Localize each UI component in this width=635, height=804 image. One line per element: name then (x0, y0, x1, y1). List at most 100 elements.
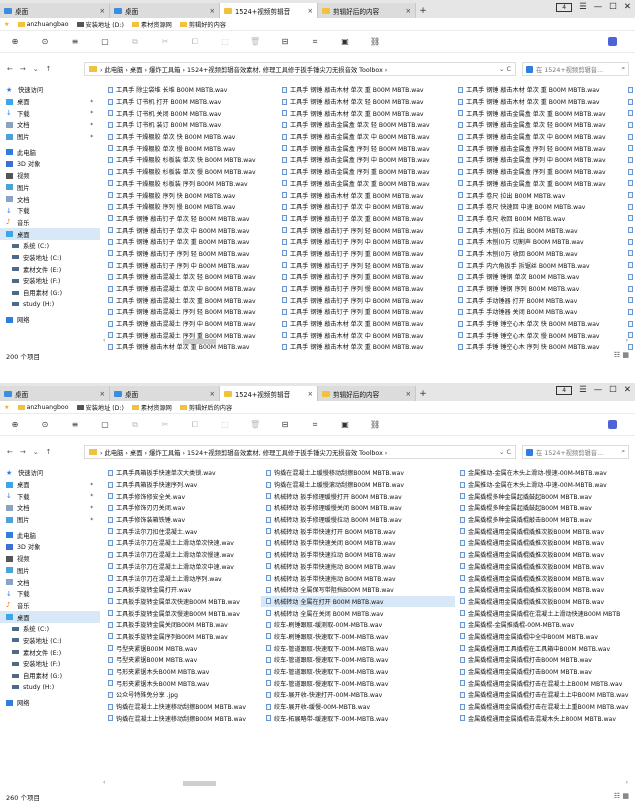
file-item[interactable]: 金属撬棍通用金属撬棍打击在混凝土上中B00M MBTB.wav (455, 689, 635, 701)
sidebar-item[interactable]: ↓ 下载 (0, 588, 100, 600)
file-item[interactable]: 机械转动 扳手带快速打开 B00M MBTB.wav (261, 525, 455, 537)
file-item[interactable]: 工具手 木刨(0万 收回 B00M MBTB.wav (453, 248, 623, 260)
file-item[interactable]: 工具手修饰刃刃关闭.wav (103, 502, 261, 514)
file-item[interactable]: 金属推动-金属在木头上滑动-慢速-00M-MBTB.wav (455, 467, 635, 479)
sidebar-item[interactable]: study (H:) (0, 681, 100, 693)
sidebar-item[interactable]: 文档 (0, 193, 100, 205)
refresh-icon[interactable]: ⌄ C (499, 448, 511, 456)
file-item[interactable]: 工具手法尔刀在混凝土上滑动单次中速.wav (103, 561, 261, 573)
horizontal-scrollbar[interactable]: ‹ › (103, 779, 628, 787)
file-item[interactable]: 工具手 钢锤 敲击木材 单次 重 B00M MBTB.wav (277, 318, 453, 330)
file-item[interactable]: 工具手 干燥棚胶 杉板装 序列 B00M MBTB.wav (103, 178, 277, 190)
sidebar-item[interactable]: 安装地址 (F:) (0, 275, 100, 287)
file-item[interactable]: 金属撬棍通用金属撬棍在混凝土上滑动快速B00M MBTB (455, 607, 635, 619)
file-item[interactable]: 弓型夹紧锯B00M MBTB.wav (103, 654, 261, 666)
sidebar-item[interactable]: ♪ 音乐 (0, 217, 100, 229)
file-item[interactable]: 工具手 钢锤 敲击金属盒 序列 中 B00M MBTB.wav (277, 154, 453, 166)
tab-count-badge[interactable]: 4 (556, 2, 573, 12)
tab-2[interactable]: 1524+视频剪辑音 × (220, 3, 318, 18)
scroll-thumb[interactable] (183, 339, 216, 344)
close-window-icon[interactable]: ✕ (624, 2, 631, 12)
file-item[interactable]: 工具手 钢锤 敲击木材 单次 重 B00M MBTB.wav (453, 84, 623, 96)
file-item[interactable]: 工具手 修饰用 打开 B00M MBTB.wav (623, 306, 635, 318)
file-item[interactable]: 工具手 修饰用 关闭 B00M MBTB.wav (623, 318, 635, 330)
breadcrumb[interactable]: › 此电脑 › 桌面 › 爆炸工具箱 › 1524+视频剪辑音效素材, 修理工具… (84, 445, 516, 459)
file-item[interactable]: 绞车-刷锤跟取-快速取下-00M-MBTB.wav (261, 631, 455, 643)
file-item[interactable]: 工具手 钢锤 敲击混凝土 序列 中 B00M MBTB.wav (103, 318, 277, 330)
close-icon[interactable]: × (206, 390, 215, 398)
file-item[interactable]: 工具手 钢锤 敲击金属盒 单次 轻 B00M MBTB.wav (277, 119, 453, 131)
sidebar-item[interactable]: 此电脑 (0, 146, 100, 158)
file-item[interactable]: 金属撬棍通用金属撬棍撬推次扳B00M MBTB.wav (455, 561, 635, 573)
file-item[interactable]: 绞车-展开收-快速打开-00M-MBTB.wav (261, 689, 455, 701)
file-item[interactable]: 工具手 钢锤 敲击钉子 序列 慢 B00M MBTB.wav (277, 283, 453, 295)
sidebar-item[interactable]: 素材文件 (E:) (0, 263, 100, 275)
sidebar-item[interactable]: ↓ 下载 ✦ (0, 107, 100, 119)
tab-0[interactable]: 桌面 × (0, 3, 110, 18)
link-icon[interactable]: ⛓ (370, 420, 380, 429)
file-item[interactable]: 工具手 钢锤 敲击金属盒 单次 重 B00M MBTB.wav (453, 178, 623, 190)
sidebar-item[interactable]: 桌面 ✦ (0, 479, 100, 491)
sidebar-item[interactable]: 网络 (0, 697, 100, 709)
file-item[interactable]: 工具手 钢锤 敲击钉子 序列 重 B00M MBTB.wav (277, 271, 453, 283)
file-item[interactable]: 工具手 钢锤 敲击金属盒 序列 轻 B00M MBTB.wav (453, 142, 623, 154)
sidebar-item[interactable]: 系统 (C:) (0, 623, 100, 635)
file-item[interactable]: 工具手 套筒扳手 拆进 单次 快 B00M MBTB.wav (623, 213, 635, 225)
scroll-thumb[interactable] (183, 781, 216, 786)
new-tab-button[interactable]: + (416, 386, 430, 401)
file-item[interactable]: 工具手 钢锤 敲击钉子 序列 轻 B00M MBTB.wav (277, 259, 453, 271)
file-item[interactable]: 金属撬棍通用金属撬棍打击B00M MBTB.wav (455, 654, 635, 666)
file-item[interactable]: 工具手 钢锤 敲击金属盒 序列 重 B00M MBTB.wav (453, 166, 623, 178)
file-item[interactable]: 工具手法尔刀在混凝土上滑动单次快速.wav (103, 537, 261, 549)
file-item[interactable]: 工具手 钢锤 敲击金属盒 序列 中 B00M MBTB.wav (453, 154, 623, 166)
file-item[interactable]: 工具手 套筒扳手 拆钉转动 B00M MBTB.wav (623, 248, 635, 260)
file-item[interactable]: 工具手 订书机 打开 B00M MBTB.wav (103, 96, 277, 108)
close-icon[interactable]: × (304, 7, 313, 15)
back-icon[interactable]: ← (7, 65, 13, 73)
file-item[interactable]: 绞车-管道跟取-慢速取下-00M-MBTB.wav (261, 654, 455, 666)
sidebar-item[interactable]: 文档 ✦ (0, 502, 100, 514)
file-item[interactable]: 金属撬棍通用金属撬棍打击B00M MBTB.wav (455, 666, 635, 678)
sidebar-item[interactable]: ★ 快速访问 (0, 84, 100, 96)
scroll-right-icon[interactable]: › (626, 337, 628, 344)
file-item[interactable]: 机械转动 全属在打开 B00M MBTB.wav (261, 595, 455, 608)
crop-icon[interactable]: ⌗ (310, 37, 320, 47)
crop-icon[interactable]: ⌗ (310, 420, 320, 430)
file-item[interactable]: 工具手法尔刀在混凝土上滑动单次慢速.wav (103, 549, 261, 561)
file-item[interactable]: 工具手 手锤 锯锯条 砸大切铁 序列 慢 B00M M (623, 142, 635, 154)
file-item[interactable]: 工具手 钢锤 敲击钉子 单次 中 B00M MBTB.wav (277, 201, 453, 213)
maximize-icon[interactable]: ☐ (609, 385, 617, 395)
cut-icon[interactable]: ✂ (160, 37, 170, 46)
sidebar-item[interactable]: study (H:) (0, 298, 100, 310)
paste-icon[interactable]: ⧉ (130, 37, 140, 47)
file-item[interactable]: 工具手法尔刀扣住混凝土.wav (103, 525, 261, 537)
copy-icon[interactable]: ▢ (100, 420, 110, 429)
file-item[interactable]: 机械转动 扳手带快速拖动 B00M MBTB.wav (261, 572, 455, 584)
view-toggle-icons[interactable]: ☷ ▦ (614, 351, 629, 359)
file-item[interactable]: 工具手 钢锤 敲击混凝土 单次 重 B00M MBTB.wav (103, 294, 277, 306)
file-item[interactable]: 工具手 双动扳 钳木 序列 快 B00M MBTB.wav (623, 166, 635, 178)
file-item[interactable]: 工具手 手锤 锤空心木 单次 快 B00M MBTB.wav (453, 318, 623, 330)
file-item[interactable]: 工具手 钢锤 敲击钉子 序列 中 B00M MBTB.wav (277, 236, 453, 248)
sidebar-item[interactable]: 图片 (0, 565, 100, 577)
file-item[interactable]: 工具手 手动锤器 打开 B00M MBTB.wav (453, 294, 623, 306)
chevron-icon[interactable]: ⊙ (40, 37, 50, 46)
view-toggle-icons[interactable]: ☷ ▦ (614, 792, 629, 800)
menu-icon[interactable]: ☰ (579, 2, 587, 12)
search-box[interactable]: 在 1524+视频剪辑音... ⌕ (522, 62, 629, 76)
favorite-item[interactable]: 安装地址 (D:) (76, 403, 124, 412)
file-item[interactable]: 工具手 钢锤 敲击金属盒 单次 中 B00M MBTB.wav (453, 131, 623, 143)
app-icon[interactable] (608, 37, 617, 46)
file-item[interactable]: 工具手 钢锤 敲击钉子 单次 重 B00M MBTB.wav (103, 236, 277, 248)
file-item[interactable]: 工具手 钢锤 敲击金属盒 单次 中 B00M MBTB.wav (277, 131, 453, 143)
minimize-icon[interactable]: — (594, 385, 603, 395)
file-item[interactable]: 金属撬棍通用金属撬棍中全中B00M MBTB.wav (455, 631, 635, 643)
sidebar-item[interactable]: 素材文件 (E:) (0, 646, 100, 658)
sidebar-item[interactable]: 系统 (C:) (0, 240, 100, 252)
file-item[interactable]: 绞车-管道跟取-快速取下-00M-MBTB.wav (261, 666, 455, 678)
scroll-left-icon[interactable]: ‹ (103, 337, 105, 344)
file-item[interactable]: 工具手 钢锤 敲击木材 单次 重 B00M MBTB.wav (277, 107, 453, 119)
file-item[interactable]: 工具手 钢锤 敲击钉子 序列 中 B00M MBTB.wav (277, 294, 453, 306)
sidebar-item[interactable]: ♪ 音乐 (0, 600, 100, 612)
file-item[interactable]: 钩撬在混凝土上快速移动刮擦B00M MBTB.wav (103, 712, 261, 724)
